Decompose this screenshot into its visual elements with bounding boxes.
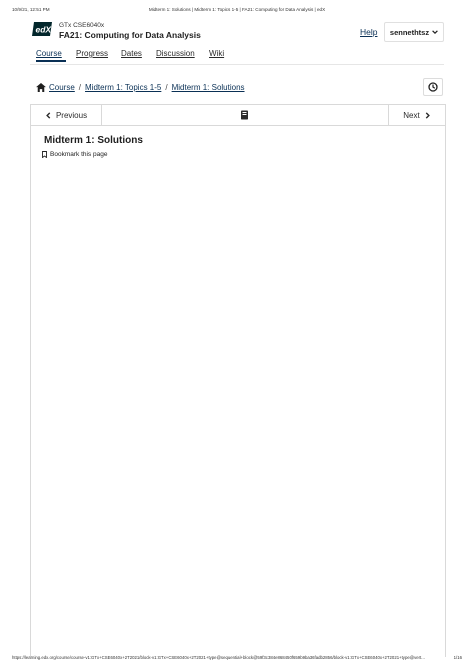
tab-dates[interactable]: Dates xyxy=(121,49,142,58)
next-button[interactable]: Next xyxy=(388,105,445,125)
course-tabs: Course Progress Dates Discussion Wiki xyxy=(32,47,444,64)
bookmark-icon xyxy=(42,151,47,158)
breadcrumb-separator: / xyxy=(78,82,82,92)
unit-title: Midterm 1: Solutions xyxy=(44,135,143,146)
help-link[interactable]: Help xyxy=(360,27,377,37)
print-page-number: 1/16 xyxy=(453,655,462,660)
breadcrumb-unit[interactable]: Midterm 1: Solutions xyxy=(172,83,245,92)
home-icon xyxy=(36,82,46,92)
history-button[interactable] xyxy=(423,78,443,96)
breadcrumb-section[interactable]: Midterm 1: Topics 1-5 xyxy=(85,83,161,92)
tab-discussion[interactable]: Discussion xyxy=(156,49,195,58)
tab-progress[interactable]: Progress xyxy=(76,49,108,58)
active-tab-indicator xyxy=(36,60,66,62)
course-org: GTx CSE6040x xyxy=(59,22,105,29)
breadcrumb-course[interactable]: Course xyxy=(49,83,75,92)
bookmark-button[interactable]: Bookmark this page xyxy=(42,151,107,158)
breadcrumb: Course / Midterm 1: Topics 1-5 / Midterm… xyxy=(36,80,245,94)
next-label: Next xyxy=(403,110,420,120)
chevron-left-icon xyxy=(46,111,51,119)
print-url: https://learning.edx.org/course/course-v… xyxy=(12,655,425,660)
tab-course[interactable]: Course xyxy=(36,49,62,58)
book-icon[interactable] xyxy=(240,110,249,120)
clock-icon xyxy=(428,82,438,92)
user-menu-button[interactable]: sennethtsz xyxy=(384,22,444,42)
print-header: 10/9/21, 12:51 PM Midterm 1: Solutions |… xyxy=(0,7,474,17)
tab-wiki[interactable]: Wiki xyxy=(209,49,224,58)
chevron-right-icon xyxy=(425,111,430,119)
print-footer: https://learning.edx.org/course/course-v… xyxy=(0,655,474,665)
course-title: FA21: Computing for Data Analysis xyxy=(59,30,201,40)
print-page-title: Midterm 1: Solutions | Midterm 1: Topics… xyxy=(148,7,326,12)
edx-logo[interactable]: edX xyxy=(32,22,52,36)
previous-label: Previous xyxy=(55,110,88,120)
logo-text: edX xyxy=(36,25,53,35)
chevron-down-icon xyxy=(432,30,438,35)
bookmark-label: Bookmark this page xyxy=(50,151,108,158)
course-content-panel: Previous Next Midterm 1: Solutions Bookm… xyxy=(30,104,446,657)
sequence-navigation: Previous Next xyxy=(31,105,445,126)
username: sennethtsz xyxy=(389,27,430,37)
tabs-divider xyxy=(30,64,444,65)
course-header: edX GTx CSE6040x FA21: Computing for Dat… xyxy=(32,22,444,44)
breadcrumb-separator: / xyxy=(165,82,168,92)
previous-button[interactable]: Previous xyxy=(31,105,102,125)
